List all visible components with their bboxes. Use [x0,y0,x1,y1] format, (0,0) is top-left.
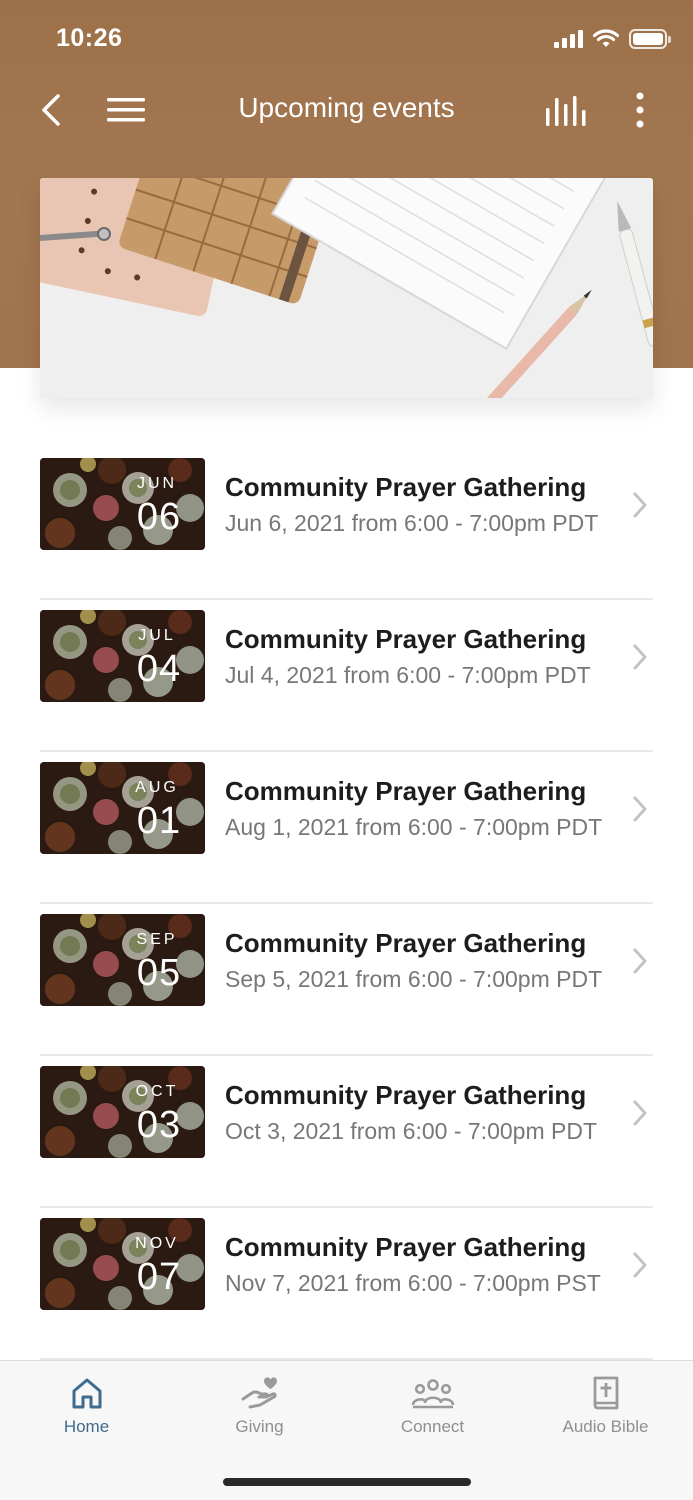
event-thumbnail: JUL 04 [40,610,205,702]
tab-label: Audio Bible [562,1417,649,1436]
event-datetime: Aug 1, 2021 from 6:00 - 7:00pm PDT [225,814,603,840]
event-row[interactable]: NOV 07 Community Prayer Gathering Nov 7,… [40,1208,653,1360]
event-title: Community Prayer Gathering [225,1080,587,1110]
event-month: NOV [135,1235,179,1252]
banner-image [40,178,653,398]
event-row[interactable]: JUL 04 Community Prayer Gathering Jul 4,… [40,600,653,752]
chevron-left-icon [42,94,60,126]
event-datetime: Jul 4, 2021 from 6:00 - 7:00pm PDT [225,662,591,688]
tab-audio-bible[interactable]: Audio Bible [519,1371,692,1461]
event-month: JUN [136,475,178,492]
event-datetime: Oct 3, 2021 from 6:00 - 7:00pm PDT [225,1118,597,1144]
event-day: 07 [136,1256,182,1298]
event-title: Community Prayer Gathering [225,1232,587,1262]
event-thumbnail: NOV 07 [40,1218,205,1310]
tab-home[interactable]: Home [0,1371,173,1461]
navigation-bar: Upcoming events [0,78,693,142]
event-title: Community Prayer Gathering [225,624,587,654]
event-title: Community Prayer Gathering [225,472,587,502]
status-icons [554,28,671,50]
more-options-button[interactable] [628,90,652,130]
back-button[interactable] [36,90,68,130]
hamburger-menu-icon [107,98,145,122]
tab-label: Giving [235,1417,284,1436]
event-thumbnail: AUG 01 [40,762,205,854]
people-group-icon [411,1379,454,1409]
event-row[interactable]: AUG 01 Community Prayer Gathering Aug 1,… [40,752,653,904]
chevron-right-icon [633,644,647,670]
chevron-right-icon [633,948,647,974]
more-vertical-icon [636,92,644,128]
tab-giving[interactable]: Giving [173,1371,346,1461]
event-thumbnail: OCT 03 [40,1066,205,1158]
tab-connect[interactable]: Connect [346,1371,519,1461]
chevron-right-icon [633,492,647,518]
status-time: 10:26 [56,24,123,52]
home-icon [72,1378,101,1409]
event-title: Community Prayer Gathering [225,928,587,958]
chevron-right-icon [633,1252,647,1278]
event-day: 03 [136,1104,182,1146]
menu-button[interactable] [104,94,148,126]
event-month: SEP [136,931,178,948]
tab-label: Connect [400,1417,465,1436]
event-list: JUN 06 Community Prayer Gathering Jun 6,… [40,448,653,1360]
chevron-right-icon [633,1100,647,1126]
event-day: 06 [136,496,182,538]
audio-bars-icon [546,96,586,126]
home-indicator [223,1478,471,1486]
event-row[interactable]: OCT 03 Community Prayer Gathering Oct 3,… [40,1056,653,1208]
wifi-icon [593,29,619,47]
chevron-right-icon [633,796,647,822]
event-month: OCT [135,1083,179,1100]
event-datetime: Jun 6, 2021 from 6:00 - 7:00pm PDT [225,510,599,536]
event-row[interactable]: JUN 06 Community Prayer Gathering Jun 6,… [40,448,653,600]
event-datetime: Nov 7, 2021 from 6:00 - 7:00pm PST [225,1270,601,1296]
event-day: 01 [136,800,182,842]
event-row[interactable]: SEP 05 Community Prayer Gathering Sep 5,… [40,904,653,1056]
status-bar: 10:26 [0,0,693,74]
event-thumbnail: SEP 05 [40,914,205,1006]
bible-book-icon [593,1376,618,1410]
event-thumbnail: JUN 06 [40,458,205,550]
event-datetime: Sep 5, 2021 from 6:00 - 7:00pm PDT [225,966,603,992]
battery-icon [629,29,671,49]
audio-player-button[interactable] [543,92,589,128]
event-month: AUG [135,779,179,796]
event-month: JUL [138,627,176,644]
event-day: 05 [136,952,182,994]
giving-hand-heart-icon [241,1377,277,1409]
cellular-signal-icon [554,30,583,48]
event-title: Community Prayer Gathering [225,776,587,806]
event-day: 04 [136,648,182,690]
tab-label: Home [63,1417,110,1436]
